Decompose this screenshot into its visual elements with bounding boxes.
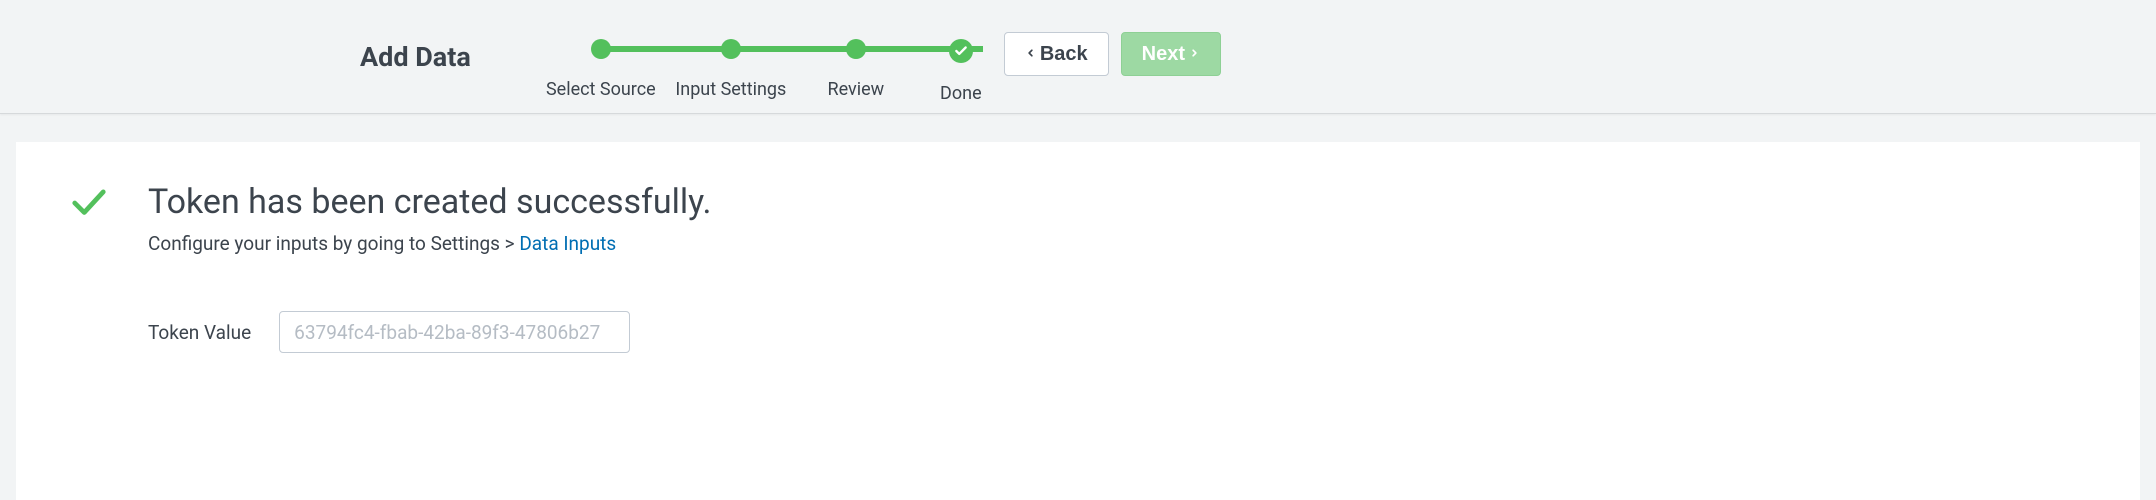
token-value-label: Token Value: [148, 321, 251, 344]
success-text-block: Token has been created successfully. Con…: [148, 182, 2086, 353]
chevron-right-icon: [1189, 43, 1200, 66]
wizard-stepper: Select Source Input Settings Review Done: [541, 9, 1011, 104]
page-title: Add Data: [360, 41, 471, 73]
data-inputs-link[interactable]: Data Inputs: [519, 232, 616, 255]
step-done-icon: [949, 39, 973, 63]
step-dot-icon: [591, 39, 611, 59]
success-message: Token has been created successfully. Con…: [70, 182, 2086, 353]
success-subtext-prefix: Configure your inputs by going to Settin…: [148, 232, 519, 255]
next-button[interactable]: Next: [1121, 32, 1221, 76]
wizard-nav-buttons: Back Next: [1004, 32, 1221, 76]
success-subtext: Configure your inputs by going to Settin…: [148, 232, 2086, 255]
step-label: Select Source: [546, 79, 656, 100]
checkmark-icon: [70, 184, 108, 226]
wizard-header: Add Data Select Source Input Settings Re…: [0, 0, 2156, 114]
content-wrapper: Token has been created successfully. Con…: [0, 114, 2156, 500]
success-heading: Token has been created successfully.: [148, 182, 2086, 222]
step-label: Review: [827, 79, 884, 100]
step-dot-icon: [846, 39, 866, 59]
back-button-label: Back: [1040, 43, 1088, 66]
content-panel: Token has been created successfully. Con…: [16, 142, 2140, 500]
next-button-label: Next: [1142, 43, 1185, 66]
step-dot-icon: [721, 39, 741, 59]
token-value-input[interactable]: [279, 311, 630, 353]
back-button[interactable]: Back: [1004, 32, 1109, 76]
chevron-left-icon: [1025, 43, 1036, 66]
step-label: Input Settings: [675, 79, 786, 100]
step-label: Done: [940, 83, 982, 104]
token-row: Token Value: [148, 311, 2086, 353]
